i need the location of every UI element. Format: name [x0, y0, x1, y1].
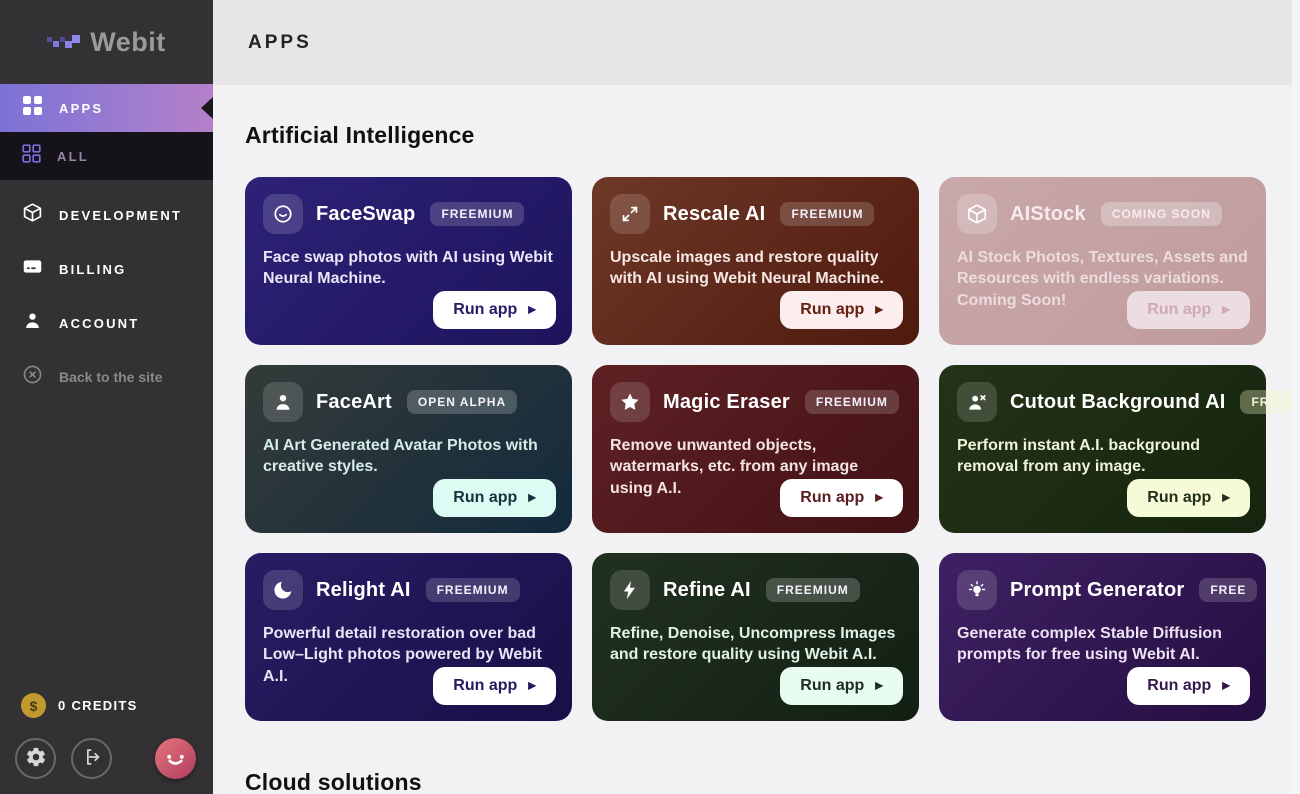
smile-face-icon	[263, 194, 303, 234]
apps-grid: FaceSwap FREEMIUM Face swap photos with …	[245, 177, 1300, 721]
run-app-button[interactable]: Run app ▶	[780, 291, 903, 329]
run-app-button[interactable]: Run app ▶	[433, 291, 556, 329]
app-description: Generate complex Stable Diffusion prompt…	[957, 623, 1248, 666]
play-icon: ▶	[875, 306, 883, 316]
app-card: FaceArt OPEN ALPHA AI Art Generated Avat…	[245, 365, 572, 533]
sidebar-item-account[interactable]: ACCOUNT	[0, 296, 213, 350]
bolt-icon	[610, 570, 650, 610]
app-title: Rescale AI	[663, 203, 765, 226]
app-badge: FREEMIUM	[780, 202, 874, 226]
active-item-notch	[201, 97, 213, 119]
run-app-button[interactable]: Run app ▶	[1127, 291, 1250, 329]
user-avatar[interactable]	[155, 738, 196, 779]
user-icon	[263, 382, 303, 422]
app-title: FaceArt	[316, 391, 392, 414]
run-app-button[interactable]: Run app ▶	[433, 479, 556, 517]
scrollbar[interactable]	[1292, 0, 1300, 794]
expand-arrows-icon	[610, 194, 650, 234]
cube-icon	[22, 202, 43, 228]
play-icon: ▶	[1222, 494, 1230, 504]
back-to-site-link[interactable]: Back to the site	[0, 350, 213, 404]
app-badge: FREE	[1199, 578, 1257, 602]
circle-x-icon	[22, 364, 43, 390]
app-card: Prompt Generator FREE Generate complex S…	[939, 553, 1266, 721]
all-grid-icon	[22, 144, 41, 168]
webit-logo-icon	[47, 27, 81, 58]
app-card: Relight AI FREEMIUM Powerful detail rest…	[245, 553, 572, 721]
sidebar-item-development[interactable]: DEVELOPMENT	[0, 188, 213, 242]
app-card: Cutout Background AI FREEMIUM Perform in…	[939, 365, 1266, 533]
webit-logo[interactable]: Webit	[0, 0, 213, 84]
play-icon: ▶	[528, 682, 536, 692]
logo-text: Webit	[90, 27, 166, 58]
gear-icon	[25, 746, 47, 771]
page-title: APPS	[248, 32, 312, 54]
credit-card-icon	[22, 256, 43, 282]
play-icon: ▶	[875, 494, 883, 504]
section-title-cloud: Cloud solutions	[245, 769, 1300, 794]
apps-grid-icon	[22, 95, 43, 121]
content-area: Artificial Intelligence FaceSwap FREEMIU…	[213, 85, 1300, 794]
app-title: FaceSwap	[316, 203, 415, 226]
app-card: Rescale AI FREEMIUM Upscale images and r…	[592, 177, 919, 345]
main-area: APPS Artificial Intelligence FaceSwap FR…	[213, 0, 1300, 794]
app-card: Magic Eraser FREEMIUM Remove unwanted ob…	[592, 365, 919, 533]
sidebar-item-apps[interactable]: APPS	[0, 84, 213, 132]
app-description: Upscale images and restore quality with …	[610, 247, 901, 290]
app-badge: FREEMIUM	[430, 202, 524, 226]
app-badge: FREEMIUM	[766, 578, 860, 602]
cube-icon	[957, 194, 997, 234]
app-description: Perform instant A.I. background removal …	[957, 435, 1248, 478]
sidebar-item-all[interactable]: ALL	[0, 132, 213, 180]
app-title: Magic Eraser	[663, 391, 790, 414]
app-title: Refine AI	[663, 579, 751, 602]
app-description: Face swap photos with AI using Webit Neu…	[263, 247, 554, 290]
logout-icon	[81, 746, 103, 771]
app-card: AIStock COMING SOON AI Stock Photos, Tex…	[939, 177, 1266, 345]
logout-button[interactable]	[71, 738, 112, 779]
run-app-button[interactable]: Run app ▶	[433, 667, 556, 705]
settings-button[interactable]	[15, 738, 56, 779]
app-card: FaceSwap FREEMIUM Face swap photos with …	[245, 177, 572, 345]
app-title: AIStock	[1010, 203, 1086, 226]
run-app-button[interactable]: Run app ▶	[780, 667, 903, 705]
play-icon: ▶	[875, 682, 883, 692]
run-app-button[interactable]: Run app ▶	[1127, 667, 1250, 705]
app-title: Relight AI	[316, 579, 411, 602]
app-description: Refine, Denoise, Uncompress Images and r…	[610, 623, 901, 666]
user-icon	[22, 310, 43, 336]
app-description: AI Art Generated Avatar Photos with crea…	[263, 435, 554, 478]
app-title: Prompt Generator	[1010, 579, 1184, 602]
star-icon	[610, 382, 650, 422]
moon-icon	[263, 570, 303, 610]
play-icon: ▶	[1222, 306, 1230, 316]
app-title: Cutout Background AI	[1010, 391, 1225, 414]
section-title-ai: Artificial Intelligence	[245, 122, 1300, 149]
credits-label: 0 CREDITS	[58, 698, 138, 713]
coin-icon: $	[21, 693, 46, 718]
user-remove-icon	[957, 382, 997, 422]
play-icon: ▶	[528, 306, 536, 316]
sidebar-item-billing[interactable]: BILLING	[0, 242, 213, 296]
run-app-button[interactable]: Run app ▶	[1127, 479, 1250, 517]
app-badge: COMING SOON	[1101, 202, 1222, 226]
app-badge: FREEMIUM	[426, 578, 520, 602]
app-card: Refine AI FREEMIUM Refine, Denoise, Unco…	[592, 553, 919, 721]
credits-display: $ 0 CREDITS	[21, 693, 138, 718]
play-icon: ▶	[528, 494, 536, 504]
play-icon: ▶	[1222, 682, 1230, 692]
page-header: APPS	[213, 0, 1300, 85]
app-badge: FREEMIUM	[805, 390, 899, 414]
app-badge: OPEN ALPHA	[407, 390, 517, 414]
idea-bulb-icon	[957, 570, 997, 610]
sidebar-bottom-bar	[15, 738, 198, 779]
run-app-button[interactable]: Run app ▶	[780, 479, 903, 517]
sidebar-nav: APPS ALL	[0, 84, 213, 404]
sidebar: Webit APPS	[0, 0, 213, 794]
